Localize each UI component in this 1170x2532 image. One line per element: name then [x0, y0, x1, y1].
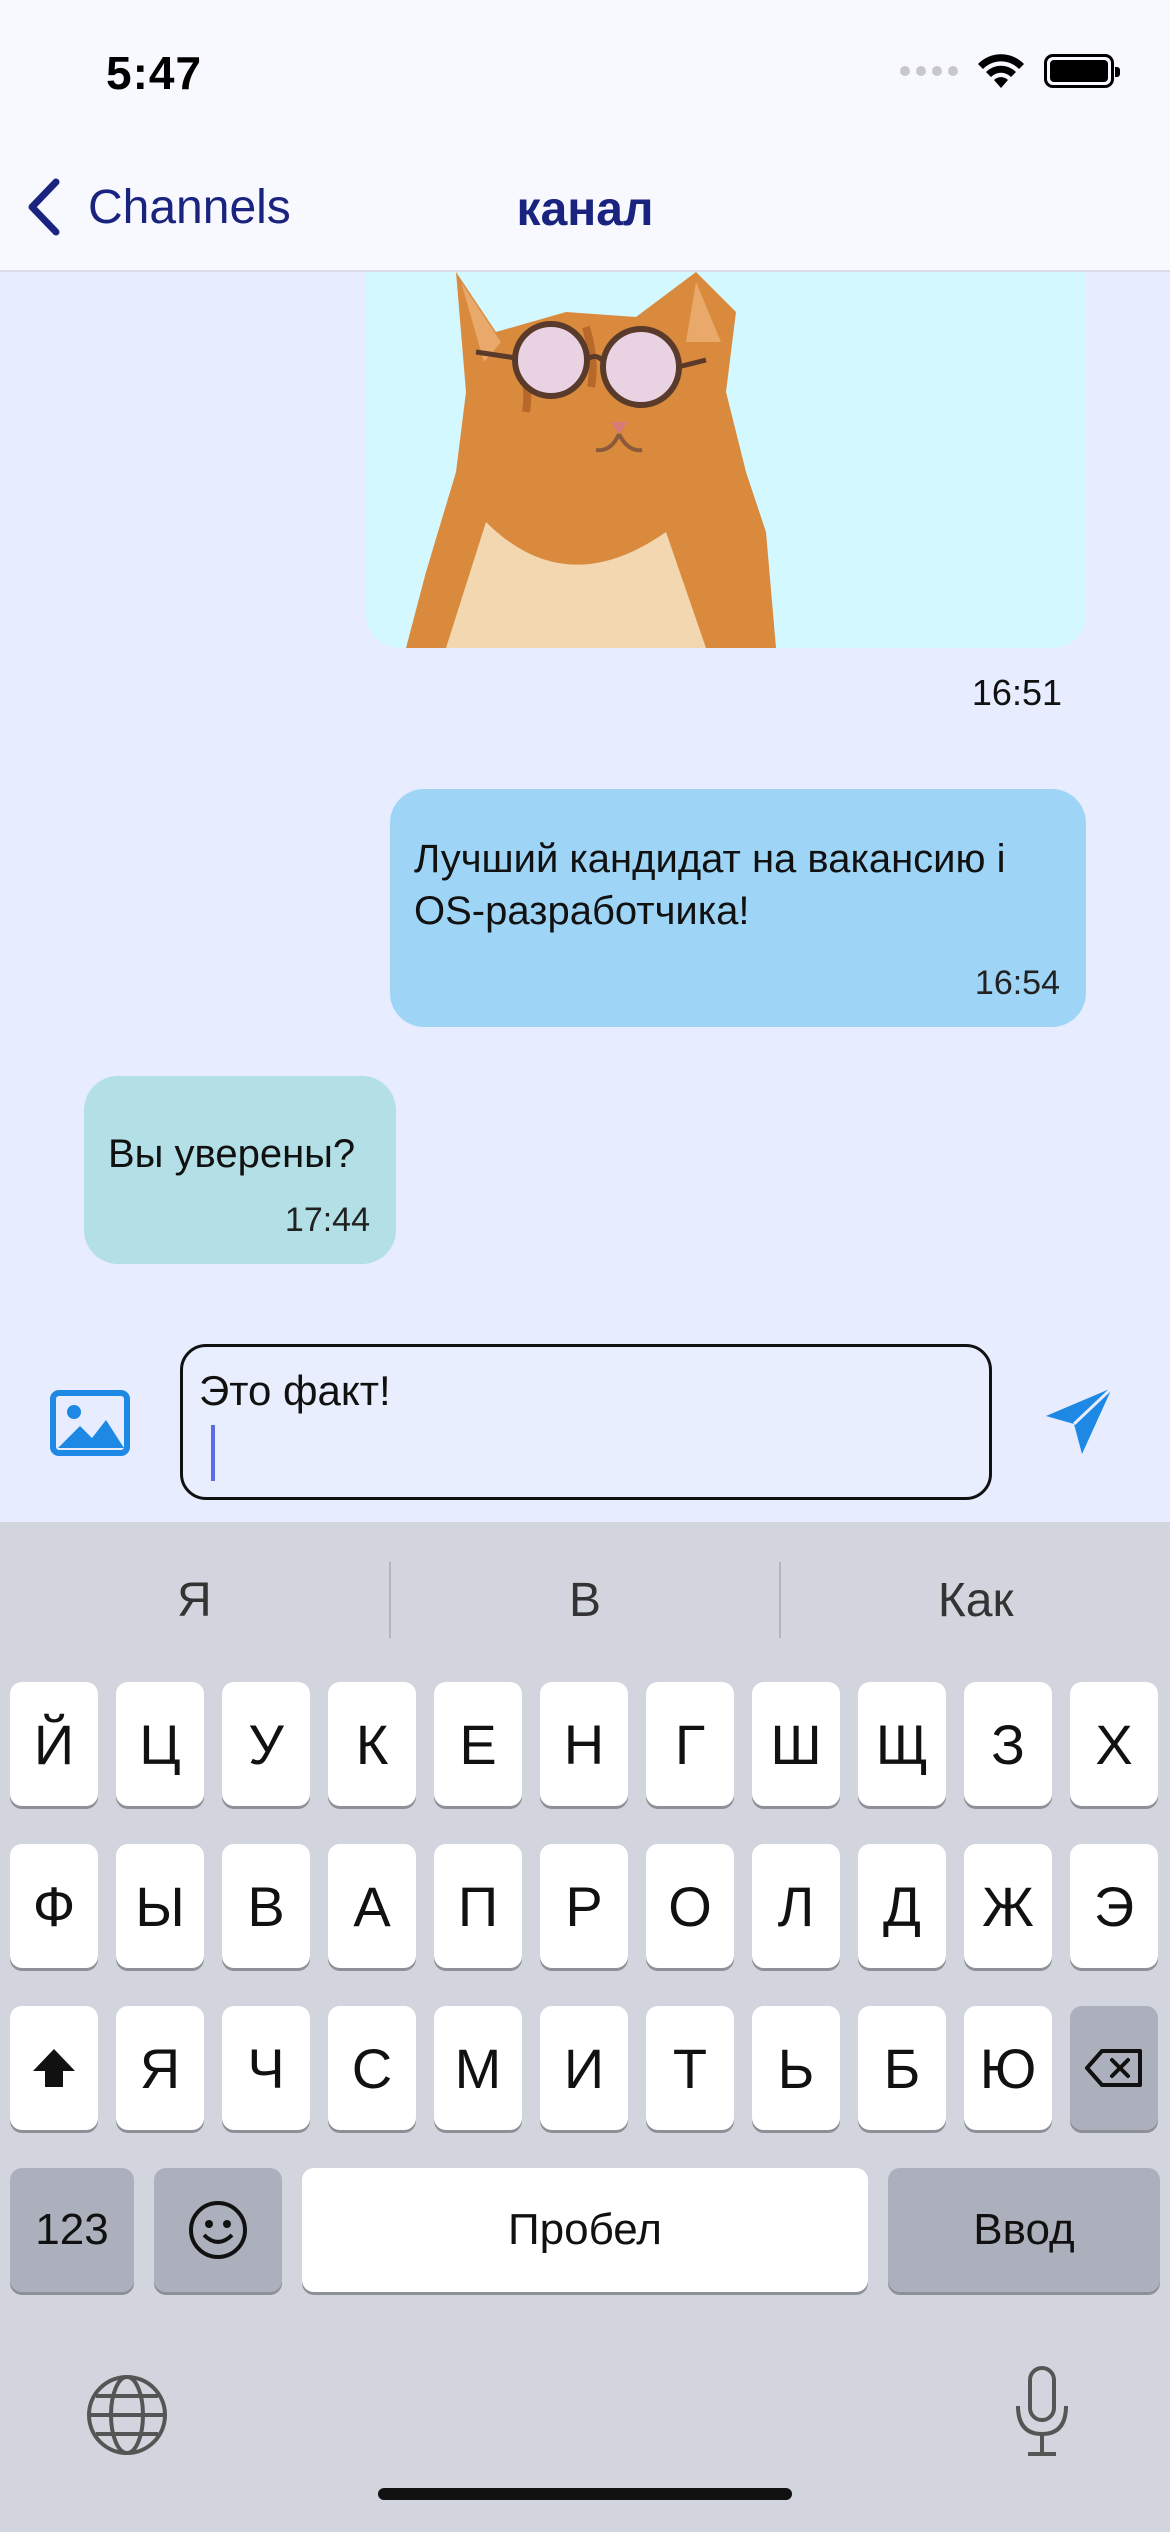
emoji-key[interactable]	[154, 2168, 282, 2292]
key[interactable]: Ь	[752, 2006, 840, 2130]
message-bubble-outgoing[interactable]: Лучший кандидат на вакансию i OS-разрабо…	[390, 789, 1086, 1027]
navigation-bar: 5:47 Channels канал	[0, 0, 1170, 272]
key[interactable]: М	[434, 2006, 522, 2130]
microphone-icon[interactable]	[1012, 2364, 1072, 2460]
text-caret	[211, 1425, 215, 1481]
cat-photo	[366, 272, 1086, 648]
message-time: 17:44	[284, 1201, 370, 1239]
key[interactable]: С	[328, 2006, 416, 2130]
key[interactable]: Ц	[116, 1682, 204, 1806]
key[interactable]: Й	[10, 1682, 98, 1806]
key[interactable]: Г	[646, 1682, 734, 1806]
key[interactable]: К	[328, 1682, 416, 1806]
key[interactable]: Д	[858, 1844, 946, 1968]
status-icons	[900, 52, 1120, 90]
key[interactable]: Х	[1070, 1682, 1158, 1806]
emoji-icon	[189, 2201, 247, 2259]
key[interactable]: Л	[752, 1844, 840, 1968]
space-key[interactable]: Пробел	[302, 2168, 868, 2292]
keyboard: Я В Как Й Ц У К Е Н Г Ш Щ З Х Ф Ы В А П …	[0, 1522, 1170, 2532]
key[interactable]: Э	[1070, 1844, 1158, 1968]
signal-icon	[900, 66, 958, 76]
key[interactable]: В	[222, 1844, 310, 1968]
numbers-key[interactable]: 123	[10, 2168, 134, 2292]
status-time: 5:47	[106, 47, 203, 99]
image-message[interactable]	[366, 272, 1086, 648]
message-bubble-incoming[interactable]: Вы уверены? 17:44	[84, 1076, 396, 1264]
message-input[interactable]: Это факт!	[180, 1344, 992, 1500]
key[interactable]: А	[328, 1844, 416, 1968]
photo-icon[interactable]	[50, 1390, 130, 1456]
key[interactable]: Ы	[116, 1844, 204, 1968]
home-indicator[interactable]	[378, 2488, 792, 2500]
key[interactable]: Н	[540, 1682, 628, 1806]
suggestion-item[interactable]: Я	[0, 1573, 389, 1628]
key[interactable]: Р	[540, 1844, 628, 1968]
globe-icon[interactable]	[84, 2372, 170, 2458]
key[interactable]: У	[222, 1682, 310, 1806]
suggestion-bar: Я В Как	[0, 1522, 1170, 1678]
key[interactable]: И	[540, 2006, 628, 2130]
key[interactable]: Ч	[222, 2006, 310, 2130]
suggestion-item[interactable]: В	[391, 1573, 780, 1628]
key[interactable]: П	[434, 1844, 522, 1968]
message-text: Лучший кандидат на вакансию i OS-разрабо…	[414, 837, 1006, 933]
backspace-icon	[1085, 2049, 1142, 2087]
key[interactable]: Ю	[964, 2006, 1052, 2130]
message-time: 16:54	[974, 964, 1060, 1002]
image-message-time: 16:51	[971, 672, 1062, 713]
key[interactable]: Щ	[858, 1682, 946, 1806]
wifi-icon	[978, 54, 1024, 88]
backspace-key[interactable]	[1070, 2006, 1158, 2130]
message-input-value: Это факт!	[199, 1367, 391, 1414]
message-text: Вы уверены?	[108, 1132, 356, 1176]
key[interactable]: Е	[434, 1682, 522, 1806]
key[interactable]: О	[646, 1844, 734, 1968]
key[interactable]: З	[964, 1682, 1052, 1806]
send-icon[interactable]	[1042, 1384, 1116, 1458]
key[interactable]: Б	[858, 2006, 946, 2130]
key[interactable]: Т	[646, 2006, 734, 2130]
key[interactable]: Я	[116, 2006, 204, 2130]
composer: Это факт!	[0, 1310, 1170, 1522]
shift-icon	[33, 2049, 75, 2087]
suggestion-item[interactable]: Как	[781, 1573, 1170, 1628]
return-key[interactable]: Ввод	[888, 2168, 1160, 2292]
key[interactable]: Ж	[964, 1844, 1052, 1968]
page-title: канал	[516, 183, 654, 236]
battery-icon	[1044, 54, 1120, 88]
key[interactable]: Ш	[752, 1682, 840, 1806]
shift-key[interactable]	[10, 2006, 98, 2130]
key[interactable]: Ф	[10, 1844, 98, 1968]
